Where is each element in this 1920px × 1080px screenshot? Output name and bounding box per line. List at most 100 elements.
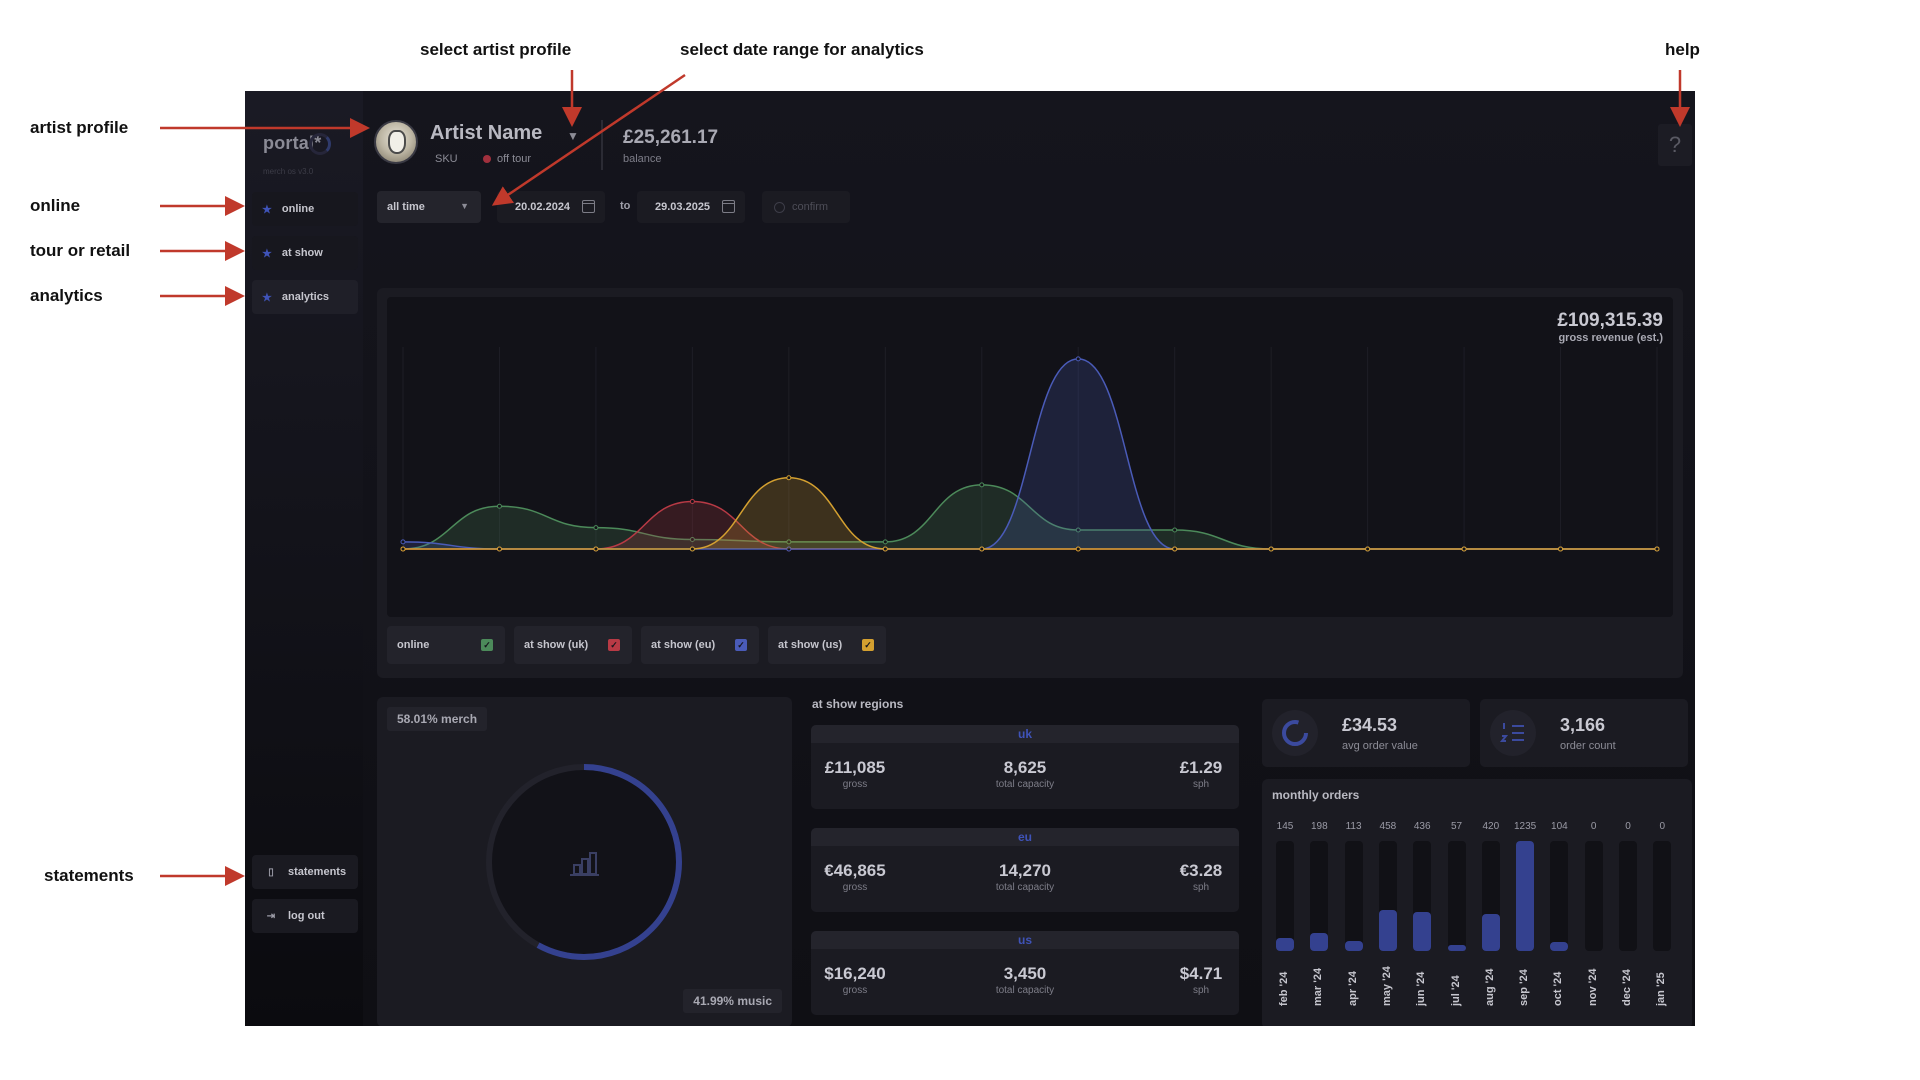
data-point[interactable]: [689, 546, 695, 552]
month-label: mar '24: [1312, 967, 1325, 1006]
month-count: 436: [1413, 821, 1431, 832]
legend-label: at show (uk): [524, 639, 589, 651]
avg-order-label: avg order value: [1342, 740, 1418, 752]
data-point[interactable]: [689, 498, 695, 504]
data-point[interactable]: [1075, 356, 1081, 362]
month-label: nov '24: [1586, 968, 1599, 1006]
sidebar: portal* merch os v3.0 ★ online ★ at show…: [245, 91, 363, 1026]
data-point[interactable]: [1558, 546, 1564, 552]
data-point[interactable]: [593, 546, 599, 552]
data-point[interactable]: [400, 539, 406, 545]
legend-label: online: [397, 639, 430, 651]
month-label: dec '24: [1621, 969, 1633, 1006]
region-capacity: 14,270 total capacity: [995, 861, 1055, 893]
sidebar-item-analytics[interactable]: ★ analytics: [252, 280, 358, 314]
data-point[interactable]: [786, 475, 792, 481]
legend-label: at show (eu): [651, 639, 716, 651]
date-to-label: to: [620, 200, 631, 212]
checkbox-icon[interactable]: ✓: [735, 639, 747, 651]
ring-icon: [1272, 710, 1318, 756]
header-divider: [601, 120, 603, 170]
sidebar-item-online[interactable]: ★ online: [252, 192, 358, 226]
statements-button[interactable]: ▯ statements: [252, 855, 358, 889]
month-count: 145: [1276, 821, 1294, 832]
revenue-chart-svg: [400, 347, 1660, 552]
bar-track: [1310, 841, 1329, 951]
balance-label: balance: [623, 153, 662, 165]
data-point[interactable]: [400, 546, 406, 552]
artist-name[interactable]: Artist Name: [430, 122, 542, 145]
region-name: eu: [811, 828, 1239, 846]
star-icon: ★: [262, 291, 272, 304]
date-from-field[interactable]: 20.02.2024: [497, 191, 605, 223]
calendar-icon[interactable]: [722, 200, 735, 213]
bar-fill: [1447, 945, 1466, 951]
split-donut: [486, 764, 682, 960]
avg-order-value-card: £34.53 avg order value: [1262, 699, 1470, 767]
checkbox-icon[interactable]: ✓: [481, 639, 493, 651]
region-sph: €3.28 sph: [1179, 861, 1223, 893]
legend-toggle-eu[interactable]: at show (eu) ✓: [641, 626, 759, 664]
star-icon: ★: [262, 247, 272, 260]
data-point[interactable]: [496, 546, 502, 552]
checkbox-icon[interactable]: ✓: [608, 639, 620, 651]
month-count: 57: [1450, 821, 1463, 832]
annotation-select-date-range: select date range for analytics: [680, 40, 924, 59]
help-button[interactable]: ?: [1658, 124, 1692, 166]
annotation-help: help: [1665, 40, 1700, 59]
data-point[interactable]: [1172, 527, 1178, 533]
avatar[interactable]: [374, 120, 418, 164]
chevron-down-icon: ▼: [460, 201, 469, 211]
legend-toggle-online[interactable]: online ✓: [387, 626, 505, 664]
data-point[interactable]: [593, 525, 599, 531]
gross-revenue-value: £109,315.39: [1557, 310, 1663, 331]
bar-track: [1653, 841, 1672, 951]
calendar-icon[interactable]: [582, 200, 595, 213]
artist-sku: SKU: [435, 153, 458, 165]
gross-revenue-label: gross revenue (est.): [1558, 332, 1663, 344]
data-point[interactable]: [1172, 546, 1178, 552]
data-point[interactable]: [882, 539, 888, 545]
data-point[interactable]: [496, 503, 502, 509]
chevron-down-icon[interactable]: ▼: [567, 129, 579, 143]
month-label: may '24: [1380, 966, 1393, 1006]
legend-toggle-us[interactable]: at show (us) ✓: [768, 626, 886, 664]
confirm-label: confirm: [792, 201, 829, 213]
data-point[interactable]: [979, 482, 985, 488]
music-share-label: 41.99% music: [683, 989, 782, 1013]
region-card-uk: uk £11,085 gross 8,625 total capacity £1.2…: [811, 725, 1239, 809]
month-count: 0: [1659, 821, 1666, 832]
order-count-label: order count: [1560, 740, 1616, 752]
avg-order-value: £34.53: [1342, 715, 1398, 735]
bar-fill: [1413, 912, 1432, 951]
data-point[interactable]: [1654, 546, 1660, 552]
sidebar-item-label: at show: [281, 247, 323, 259]
region-card-eu: eu €46,865 gross 14,270 total capacity €3.…: [811, 828, 1239, 912]
bar-track: [1550, 841, 1569, 951]
checkbox-icon[interactable]: ✓: [862, 639, 874, 651]
data-point[interactable]: [979, 546, 985, 552]
data-point[interactable]: [1461, 546, 1467, 552]
data-point[interactable]: [882, 546, 888, 552]
annotation-tour-or-retail: tour or retail: [30, 241, 131, 260]
data-point[interactable]: [1075, 546, 1081, 552]
version-label: merch os v3.0: [263, 167, 314, 176]
month-count: 0: [1590, 821, 1597, 832]
logout-button[interactable]: ⇥ log out: [252, 899, 358, 933]
confirm-button[interactable]: confirm: [762, 191, 850, 223]
month-label: oct '24: [1552, 971, 1565, 1006]
date-to-field[interactable]: 29.03.2025: [637, 191, 745, 223]
monthly-orders-title: monthly orders: [1272, 788, 1360, 802]
revenue-chart: £109,315.39 gross revenue (est.): [387, 297, 1673, 617]
region-sph: £1.29 sph: [1179, 758, 1223, 790]
monthly-orders-panel: monthly orders 145 feb '24 198 mar '24 113 ap…: [1262, 779, 1692, 1026]
sidebar-item-at-show[interactable]: ★ at show: [252, 236, 358, 270]
month-label: jul '24: [1449, 975, 1462, 1006]
legend-toggle-uk[interactable]: at show (uk) ✓: [514, 626, 632, 664]
region-sph: $4.71 sph: [1179, 964, 1223, 996]
date-range-select[interactable]: all time ▼: [377, 191, 481, 223]
bar-track: [1619, 841, 1637, 951]
data-point[interactable]: [1365, 546, 1371, 552]
data-point[interactable]: [1268, 546, 1274, 552]
region-gross: €46,865 gross: [824, 861, 886, 893]
